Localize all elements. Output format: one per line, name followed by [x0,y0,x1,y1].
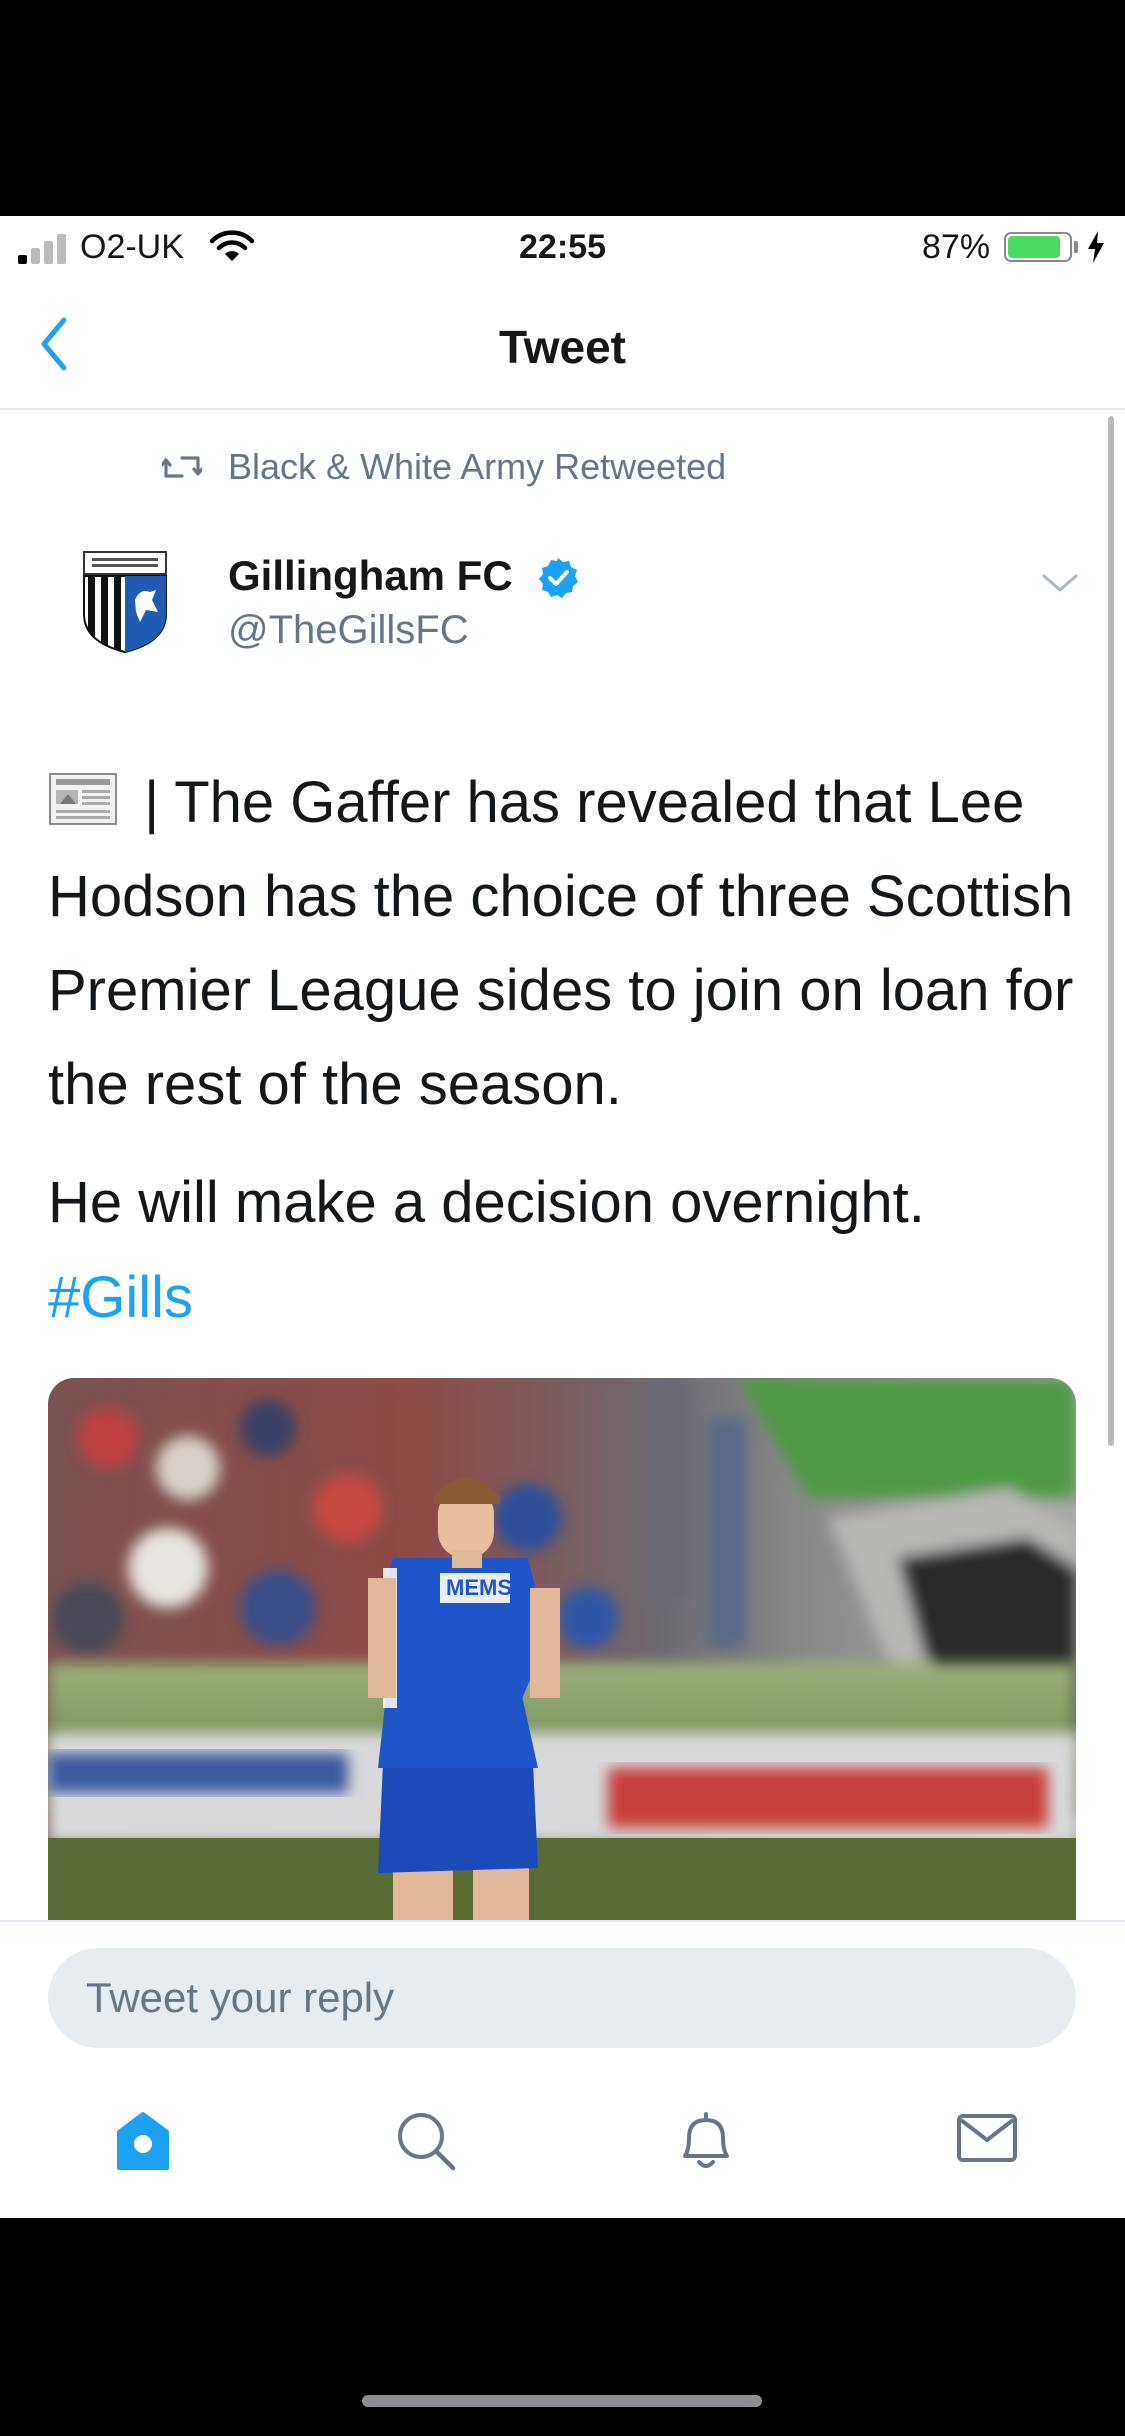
bell-icon [683,2112,729,2168]
author-display-name[interactable]: Gillingham FC [228,552,513,600]
tweet-text: | The Gaffer has revealed that Lee Hodso… [48,756,1078,1250]
tweet-paragraph-2: He will make a decision overnight. [48,1170,925,1235]
page-title: Tweet [499,321,626,373]
charging-bolt-icon [1088,231,1104,263]
tab-search[interactable] [373,2092,473,2192]
tweet-detail-screen: O2-UK 22:55 87% Tweet Black & White Army… [0,216,1125,2218]
battery-icon [1004,232,1072,262]
tab-home[interactable] [91,2092,191,2192]
scrollbar[interactable] [1108,416,1114,1446]
tweet-photo[interactable]: MEMS [48,1378,1076,1998]
author-handle[interactable]: @TheGillsFC [228,608,469,653]
mail-icon [957,2114,1017,2162]
tab-bar [0,2092,1125,2192]
tab-messages[interactable] [934,2092,1034,2192]
footballer-photo-image: MEMS [48,1378,1076,1998]
status-bar: O2-UK 22:55 87% [0,216,1125,280]
tweet-paragraph-1: | The Gaffer has revealed that Lee Hodso… [48,756,1078,1132]
home-indicator[interactable] [362,2395,762,2407]
home-icon [117,2112,169,2170]
photo-shirt-sponsor: MEMS [446,1575,512,1600]
battery-percentage: 87% [922,228,991,266]
search-icon [398,2113,456,2171]
reply-input[interactable] [48,1948,1076,2048]
tweet-paragraph-1-text: | The Gaffer has revealed that Lee Hodso… [48,770,1074,1117]
reply-composer-bar [0,1920,1125,2218]
navigation-bar: Tweet [0,280,1125,410]
newspaper-icon [49,773,117,825]
hashtag-link[interactable]: #Gills [48,1264,193,1331]
verified-badge-icon [539,558,578,598]
tab-notifications[interactable] [653,2092,753,2192]
battery-terminal [1074,241,1078,253]
retweeted-by-label: Black & White Army Retweeted [228,446,727,487]
tweet-options-chevron-down-icon[interactable] [1040,570,1080,596]
battery-level-fill [1008,236,1060,258]
retweet-icon [162,456,202,478]
gillingham-crest-icon[interactable] [80,550,170,654]
